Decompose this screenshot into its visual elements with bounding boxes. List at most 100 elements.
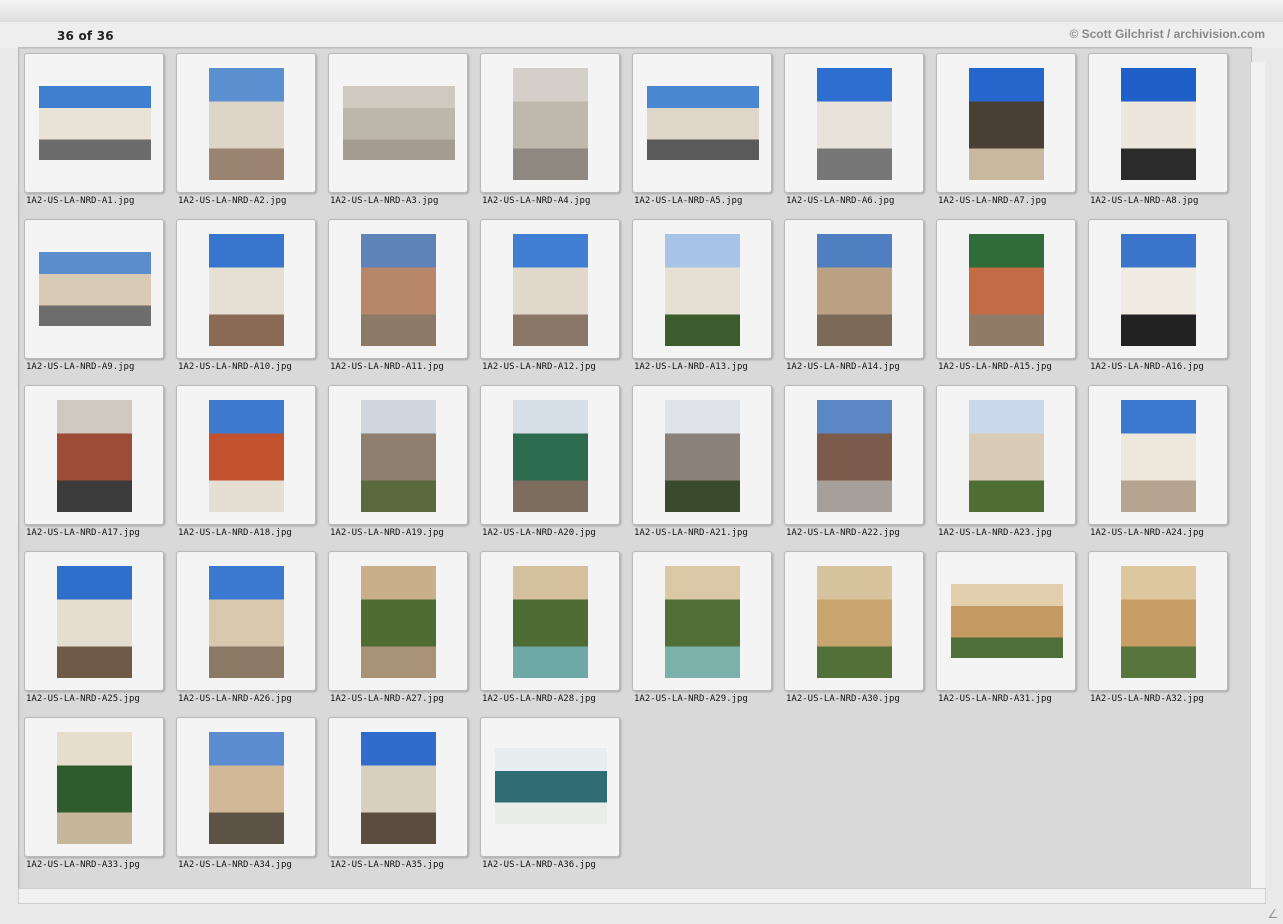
thumbnail-image[interactable] xyxy=(513,68,588,180)
thumbnail-item[interactable]: 1A2-US-LA-NRD-A31.jpg xyxy=(936,551,1076,704)
thumbnail-item[interactable]: 1A2-US-LA-NRD-A26.jpg xyxy=(176,551,316,704)
thumbnail-frame[interactable] xyxy=(24,717,164,857)
thumbnail-filename[interactable]: 1A2-US-LA-NRD-A16.jpg xyxy=(1090,362,1240,372)
thumbnail-filename[interactable]: 1A2-US-LA-NRD-A7.jpg xyxy=(938,196,1088,206)
thumbnail-filename[interactable]: 1A2-US-LA-NRD-A15.jpg xyxy=(938,362,1088,372)
thumbnail-filename[interactable]: 1A2-US-LA-NRD-A19.jpg xyxy=(330,528,480,538)
thumbnail-filename[interactable]: 1A2-US-LA-NRD-A24.jpg xyxy=(1090,528,1240,538)
thumbnail-image[interactable] xyxy=(969,400,1044,512)
thumbnail-image[interactable] xyxy=(39,86,151,160)
thumbnail-item[interactable]: 1A2-US-LA-NRD-A19.jpg xyxy=(328,385,468,538)
thumbnail-item[interactable]: 1A2-US-LA-NRD-A29.jpg xyxy=(632,551,772,704)
thumbnail-frame[interactable] xyxy=(176,717,316,857)
thumbnail-filename[interactable]: 1A2-US-LA-NRD-A3.jpg xyxy=(330,196,480,206)
thumbnail-item[interactable]: 1A2-US-LA-NRD-A24.jpg xyxy=(1088,385,1228,538)
thumbnail-item[interactable]: 1A2-US-LA-NRD-A21.jpg xyxy=(632,385,772,538)
thumbnail-image[interactable] xyxy=(209,234,284,346)
thumbnail-item[interactable]: 1A2-US-LA-NRD-A10.jpg xyxy=(176,219,316,372)
thumbnail-image[interactable] xyxy=(1121,68,1196,180)
thumbnail-frame[interactable] xyxy=(480,53,620,193)
thumbnail-frame[interactable] xyxy=(1088,219,1228,359)
thumbnail-image[interactable] xyxy=(817,68,892,180)
thumbnail-frame[interactable] xyxy=(936,53,1076,193)
thumbnail-filename[interactable]: 1A2-US-LA-NRD-A2.jpg xyxy=(178,196,328,206)
thumbnail-frame[interactable] xyxy=(328,385,468,525)
thumbnail-item[interactable]: 1A2-US-LA-NRD-A36.jpg xyxy=(480,717,620,870)
thumbnail-frame[interactable] xyxy=(328,219,468,359)
thumbnail-image[interactable] xyxy=(817,400,892,512)
thumbnail-item[interactable]: 1A2-US-LA-NRD-A27.jpg xyxy=(328,551,468,704)
thumbnail-item[interactable]: 1A2-US-LA-NRD-A8.jpg xyxy=(1088,53,1228,206)
thumbnail-image[interactable] xyxy=(969,234,1044,346)
resize-grip-icon[interactable]: ∠ xyxy=(1266,907,1280,921)
thumbnail-filename[interactable]: 1A2-US-LA-NRD-A32.jpg xyxy=(1090,694,1240,704)
thumbnail-frame[interactable] xyxy=(1088,385,1228,525)
thumbnail-item[interactable]: 1A2-US-LA-NRD-A17.jpg xyxy=(24,385,164,538)
thumbnail-image[interactable] xyxy=(817,566,892,678)
thumbnail-image[interactable] xyxy=(513,400,588,512)
thumbnail-image[interactable] xyxy=(1121,566,1196,678)
thumbnail-image[interactable] xyxy=(665,400,740,512)
thumbnail-item[interactable]: 1A2-US-LA-NRD-A18.jpg xyxy=(176,385,316,538)
thumbnail-image[interactable] xyxy=(57,566,132,678)
thumbnail-filename[interactable]: 1A2-US-LA-NRD-A11.jpg xyxy=(330,362,480,372)
thumbnail-item[interactable]: 1A2-US-LA-NRD-A13.jpg xyxy=(632,219,772,372)
thumbnail-image[interactable] xyxy=(665,234,740,346)
thumbnail-image[interactable] xyxy=(343,86,455,160)
thumbnail-item[interactable]: 1A2-US-LA-NRD-A4.jpg xyxy=(480,53,620,206)
thumbnail-filename[interactable]: 1A2-US-LA-NRD-A4.jpg xyxy=(482,196,632,206)
thumbnail-image[interactable] xyxy=(209,400,284,512)
thumbnail-frame[interactable] xyxy=(936,551,1076,691)
thumbnail-filename[interactable]: 1A2-US-LA-NRD-A1.jpg xyxy=(26,196,176,206)
thumbnail-frame[interactable] xyxy=(632,551,772,691)
thumbnail-filename[interactable]: 1A2-US-LA-NRD-A28.jpg xyxy=(482,694,632,704)
thumbnail-item[interactable]: 1A2-US-LA-NRD-A11.jpg xyxy=(328,219,468,372)
thumbnail-image[interactable] xyxy=(209,566,284,678)
thumbnail-image[interactable] xyxy=(57,400,132,512)
thumbnail-item[interactable]: 1A2-US-LA-NRD-A23.jpg xyxy=(936,385,1076,538)
thumbnail-frame[interactable] xyxy=(632,219,772,359)
thumbnail-frame[interactable] xyxy=(480,219,620,359)
thumbnail-filename[interactable]: 1A2-US-LA-NRD-A31.jpg xyxy=(938,694,1088,704)
thumbnail-frame[interactable] xyxy=(936,385,1076,525)
thumbnail-item[interactable]: 1A2-US-LA-NRD-A3.jpg xyxy=(328,53,468,206)
thumbnail-frame[interactable] xyxy=(632,385,772,525)
thumbnail-frame[interactable] xyxy=(480,551,620,691)
thumbnail-item[interactable]: 1A2-US-LA-NRD-A25.jpg xyxy=(24,551,164,704)
thumbnail-image[interactable] xyxy=(209,68,284,180)
thumbnail-filename[interactable]: 1A2-US-LA-NRD-A26.jpg xyxy=(178,694,328,704)
thumbnail-image[interactable] xyxy=(1121,400,1196,512)
thumbnail-image[interactable] xyxy=(513,234,588,346)
thumbnail-item[interactable]: 1A2-US-LA-NRD-A35.jpg xyxy=(328,717,468,870)
thumbnail-image[interactable] xyxy=(39,252,151,326)
thumbnail-item[interactable]: 1A2-US-LA-NRD-A32.jpg xyxy=(1088,551,1228,704)
thumbnail-filename[interactable]: 1A2-US-LA-NRD-A21.jpg xyxy=(634,528,784,538)
thumbnail-filename[interactable]: 1A2-US-LA-NRD-A18.jpg xyxy=(178,528,328,538)
thumbnail-image[interactable] xyxy=(817,234,892,346)
thumbnail-frame[interactable] xyxy=(328,53,468,193)
thumbnail-filename[interactable]: 1A2-US-LA-NRD-A30.jpg xyxy=(786,694,936,704)
thumbnail-frame[interactable] xyxy=(176,385,316,525)
thumbnail-item[interactable]: 1A2-US-LA-NRD-A16.jpg xyxy=(1088,219,1228,372)
thumbnail-item[interactable]: 1A2-US-LA-NRD-A34.jpg xyxy=(176,717,316,870)
thumbnail-image[interactable] xyxy=(361,732,436,844)
thumbnail-image[interactable] xyxy=(969,68,1044,180)
thumbnail-filename[interactable]: 1A2-US-LA-NRD-A12.jpg xyxy=(482,362,632,372)
thumbnail-filename[interactable]: 1A2-US-LA-NRD-A34.jpg xyxy=(178,860,328,870)
thumbnail-item[interactable]: 1A2-US-LA-NRD-A20.jpg xyxy=(480,385,620,538)
thumbnail-frame[interactable] xyxy=(24,385,164,525)
thumbnail-item[interactable]: 1A2-US-LA-NRD-A5.jpg xyxy=(632,53,772,206)
thumbnail-item[interactable]: 1A2-US-LA-NRD-A28.jpg xyxy=(480,551,620,704)
thumbnail-item[interactable]: 1A2-US-LA-NRD-A14.jpg xyxy=(784,219,924,372)
thumbnail-image[interactable] xyxy=(513,566,588,678)
thumbnail-frame[interactable] xyxy=(784,551,924,691)
thumbnail-frame[interactable] xyxy=(784,385,924,525)
thumbnail-item[interactable]: 1A2-US-LA-NRD-A9.jpg xyxy=(24,219,164,372)
thumbnail-frame[interactable] xyxy=(936,219,1076,359)
thumbnail-frame[interactable] xyxy=(176,551,316,691)
thumbnail-frame[interactable] xyxy=(24,53,164,193)
thumbnail-frame[interactable] xyxy=(328,717,468,857)
thumbnail-frame[interactable] xyxy=(328,551,468,691)
thumbnail-frame[interactable] xyxy=(24,219,164,359)
thumbnail-filename[interactable]: 1A2-US-LA-NRD-A13.jpg xyxy=(634,362,784,372)
